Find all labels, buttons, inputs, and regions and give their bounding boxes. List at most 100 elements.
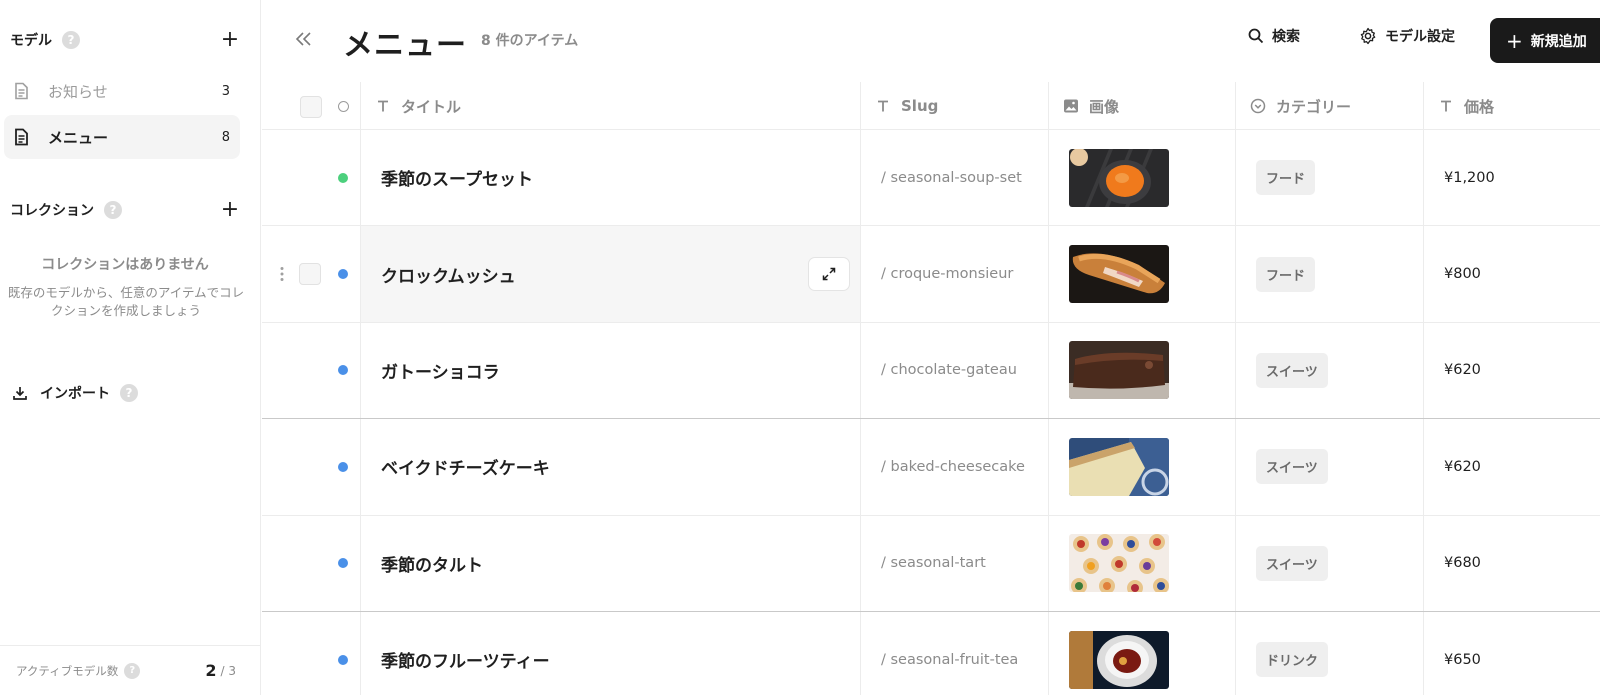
category-cell[interactable]: スイーツ <box>1235 322 1423 419</box>
status-dot <box>338 654 348 665</box>
price-cell[interactable]: ¥620 <box>1423 322 1600 419</box>
table-row[interactable]: クロックムッシュ / croque-monsieur フード ¥800 <box>262 226 1600 323</box>
column-header-image[interactable]: 画像 <box>1048 82 1235 130</box>
collections-section-header: コレクション ? + <box>10 198 240 222</box>
collapse-sidebar-icon[interactable] <box>293 28 315 50</box>
price-cell[interactable]: ¥1,200 <box>1423 130 1600 226</box>
status-dot <box>338 172 348 183</box>
text-type-icon <box>875 98 891 114</box>
select-type-icon <box>1250 98 1266 114</box>
title-cell[interactable]: ガトーショコラ <box>360 322 860 419</box>
sidebar-item-count: 8 <box>221 129 230 145</box>
status-dot <box>338 461 348 472</box>
category-tag: ドリンク <box>1256 642 1329 678</box>
category-cell[interactable]: スイーツ <box>1235 515 1423 611</box>
model-settings-label: モデル設定 <box>1385 29 1455 45</box>
title-cell[interactable]: 季節のタルト <box>360 515 860 611</box>
document-icon <box>15 82 28 100</box>
expand-icon <box>822 267 836 281</box>
add-collection-button[interactable]: + <box>220 199 240 221</box>
price-cell[interactable]: ¥650 <box>1423 611 1600 695</box>
column-header-label: 価格 <box>1464 97 1495 116</box>
table-row[interactable]: 季節のスープセット / seasonal-soup-set フード ¥1,200 <box>262 130 1600 227</box>
slug-cell[interactable]: / baked-cheesecake <box>860 419 1048 515</box>
sidebar-item-label: メニュー <box>48 128 109 147</box>
slug-cell[interactable]: / seasonal-tart <box>860 515 1048 611</box>
help-icon[interactable]: ? <box>104 201 122 219</box>
title-cell[interactable]: 季節のスープセット <box>360 130 860 226</box>
column-header-slug[interactable]: Slug <box>860 82 1048 130</box>
title-text: クロックムッシュ <box>381 266 516 287</box>
search-button[interactable]: 検索 <box>1248 26 1300 46</box>
items-table: タイトル Slug 画像 カテゴリー 価格 季節のスープセット / season… <box>262 82 1600 695</box>
text-type-icon <box>375 98 391 114</box>
price-cell[interactable]: ¥800 <box>1423 226 1600 322</box>
category-tag: スイーツ <box>1256 352 1328 388</box>
plus-icon: + <box>1506 28 1523 53</box>
category-cell[interactable]: ドリンク <box>1235 611 1423 695</box>
active-models-count: 2 <box>205 661 217 680</box>
image-cell[interactable] <box>1048 611 1235 695</box>
import-button[interactable]: インポート ? <box>12 383 138 403</box>
models-section-header: モデル ? + <box>10 28 240 52</box>
table-row[interactable]: ガトーショコラ / chocolate-gateau スイーツ ¥620 <box>262 322 1600 420</box>
table-row[interactable]: 季節のタルト / seasonal-tart スイーツ ¥680 <box>262 515 1600 612</box>
sidebar-item-news[interactable]: お知らせ 3 <box>4 69 240 113</box>
item-thumbnail <box>1069 630 1169 689</box>
help-icon[interactable]: ? <box>120 384 138 402</box>
collections-section-title: コレクション <box>10 203 94 219</box>
price-cell[interactable]: ¥680 <box>1423 515 1600 611</box>
category-tag: フード <box>1256 256 1316 292</box>
empty-collections-title: コレクションはありません <box>41 257 209 273</box>
add-new-label: 新規追加 <box>1530 33 1587 50</box>
column-header-title[interactable]: タイトル <box>360 82 860 130</box>
slug-cell[interactable]: / croque-monsieur <box>860 226 1048 322</box>
sidebar-item-menu[interactable]: メニュー 8 <box>4 115 240 159</box>
item-thumbnail <box>1069 245 1169 304</box>
title-cell[interactable]: クロックムッシュ <box>360 226 860 322</box>
title-cell[interactable]: ベイクドチーズケーキ <box>360 419 860 515</box>
table-row[interactable]: ベイクドチーズケーキ / baked-cheesecake スイーツ ¥620 <box>262 419 1600 516</box>
column-header-label: Slug <box>901 97 939 115</box>
expand-row-button[interactable] <box>808 257 850 292</box>
item-count: 8 件のアイテム <box>481 33 579 49</box>
image-cell[interactable] <box>1048 322 1235 419</box>
category-tag: フード <box>1256 160 1316 196</box>
price-cell[interactable]: ¥620 <box>1423 419 1600 515</box>
table-row[interactable]: 季節のフルーツティー / seasonal-fruit-tea ドリンク ¥65… <box>262 611 1600 695</box>
status-dot <box>338 269 348 280</box>
item-thumbnail <box>1069 534 1169 593</box>
column-header-price[interactable]: 価格 <box>1423 82 1600 130</box>
add-new-button[interactable]: + 新規追加 <box>1490 18 1600 63</box>
page-title: メニュー <box>343 28 467 63</box>
drag-handle-icon[interactable] <box>279 266 285 282</box>
item-thumbnail <box>1069 148 1169 207</box>
slug-cell[interactable]: / seasonal-soup-set <box>860 130 1048 226</box>
slug-cell[interactable]: / seasonal-fruit-tea <box>860 611 1048 695</box>
category-cell[interactable]: フード <box>1235 130 1423 226</box>
image-cell[interactable] <box>1048 226 1235 322</box>
select-all-checkbox[interactable] <box>300 96 322 118</box>
image-cell[interactable] <box>1048 515 1235 611</box>
image-cell[interactable] <box>1048 419 1235 515</box>
row-checkbox[interactable] <box>299 263 321 286</box>
category-cell[interactable]: フード <box>1235 226 1423 322</box>
model-settings-button[interactable]: モデル設定 <box>1359 26 1455 46</box>
category-tag: スイーツ <box>1256 545 1328 581</box>
search-label: 検索 <box>1272 29 1300 45</box>
status-column-icon <box>338 101 349 112</box>
column-header-label: カテゴリー <box>1276 97 1352 116</box>
category-cell[interactable]: スイーツ <box>1235 419 1423 515</box>
image-cell[interactable] <box>1048 130 1235 226</box>
slug-cell[interactable]: / chocolate-gateau <box>860 322 1048 419</box>
category-tag: スイーツ <box>1256 449 1328 485</box>
add-model-button[interactable]: + <box>220 29 240 51</box>
column-header-category[interactable]: カテゴリー <box>1235 82 1423 130</box>
status-dot <box>338 558 348 569</box>
help-icon[interactable]: ? <box>124 662 141 679</box>
active-models-footer: アクティブモデル数 ? 2 / 3 <box>0 645 260 695</box>
column-header-label: 画像 <box>1089 97 1120 116</box>
download-icon <box>13 387 27 400</box>
help-icon[interactable]: ? <box>62 31 80 49</box>
title-cell[interactable]: 季節のフルーツティー <box>360 611 860 695</box>
